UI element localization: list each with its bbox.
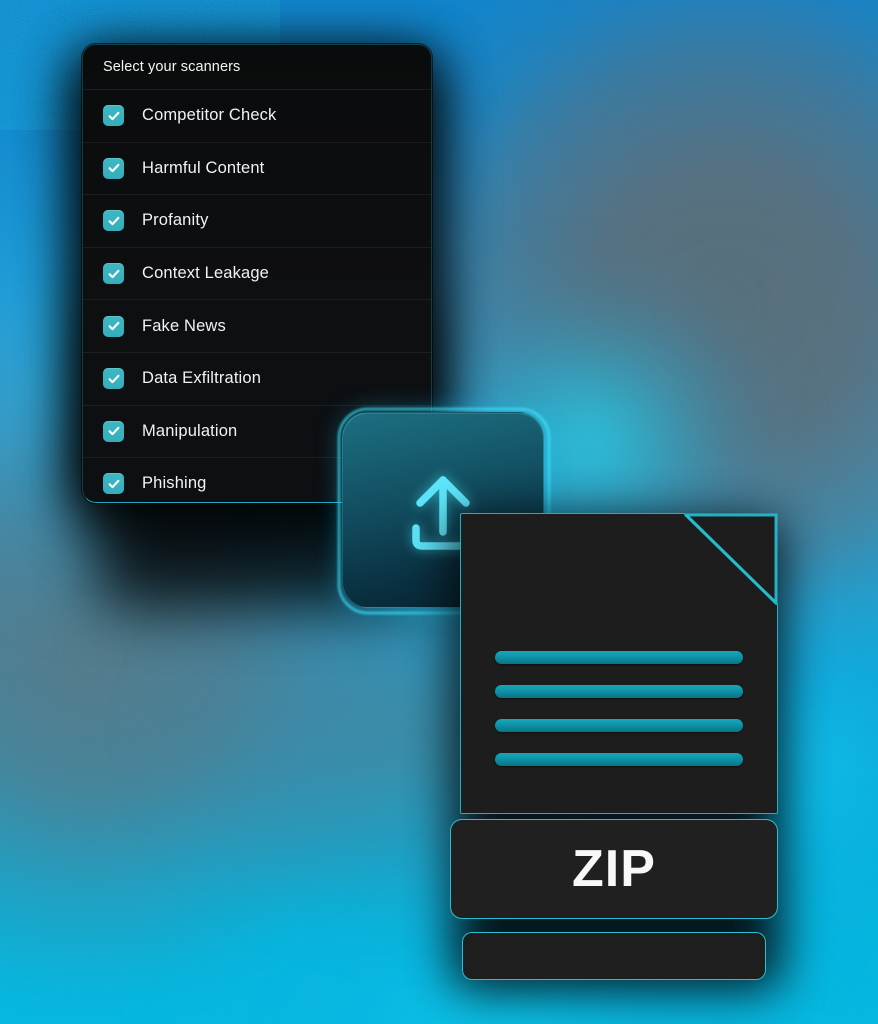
scanner-label: Profanity <box>142 211 209 230</box>
zip-document-text-line <box>495 753 743 766</box>
illustration-stage: Select your scanners Competitor Check Har… <box>0 0 878 1024</box>
check-icon <box>108 427 119 436</box>
zip-document-text-line <box>495 719 743 732</box>
scanner-row[interactable]: Profanity <box>83 195 431 248</box>
zip-document-text-line <box>495 651 743 664</box>
zip-document-text-lines <box>495 651 743 766</box>
zip-document-text-line <box>495 685 743 698</box>
scanner-label: Competitor Check <box>142 106 277 125</box>
scanner-checkbox-checked[interactable] <box>103 210 124 232</box>
scanner-label: Context Leakage <box>142 264 270 283</box>
scanner-row[interactable]: Competitor Check <box>83 90 431 143</box>
scanner-label: Data Exfiltration <box>142 369 262 388</box>
scanner-checkbox-checked[interactable] <box>103 473 124 495</box>
check-icon <box>108 164 119 173</box>
scanner-checkbox-checked[interactable] <box>103 420 124 442</box>
scanner-row[interactable]: Harmful Content <box>83 143 431 196</box>
scanner-checkbox-checked[interactable] <box>103 105 124 127</box>
scanner-row[interactable]: Fake News <box>83 300 431 353</box>
scanner-panel-title-text: Select your scanners <box>103 59 241 75</box>
scanner-checkbox-checked[interactable] <box>103 315 124 337</box>
zip-file-type-label: ZIP <box>572 840 656 898</box>
zip-file-type-badge: ZIP <box>450 819 778 919</box>
scanner-label: Manipulation <box>142 421 238 440</box>
check-icon <box>108 374 119 383</box>
zip-document-folded-corner-icon <box>684 513 778 605</box>
scanner-row[interactable]: Context Leakage <box>83 248 431 301</box>
scanner-checkbox-checked[interactable] <box>103 368 124 390</box>
check-icon <box>108 479 119 489</box>
check-icon <box>108 216 119 226</box>
scanner-label: Phishing <box>142 474 207 493</box>
zip-document: ZIP <box>450 513 790 983</box>
scanner-label: Fake News <box>142 316 226 335</box>
check-icon <box>108 269 119 278</box>
scanner-checkbox-checked[interactable] <box>103 263 124 285</box>
zip-document-bottom-tab <box>462 932 766 980</box>
scanner-label: Harmful Content <box>142 158 265 177</box>
check-icon <box>108 111 119 120</box>
scanner-panel-title: Select your scanners <box>83 45 431 90</box>
scanner-checkbox-checked[interactable] <box>103 157 124 179</box>
check-icon <box>108 322 119 331</box>
